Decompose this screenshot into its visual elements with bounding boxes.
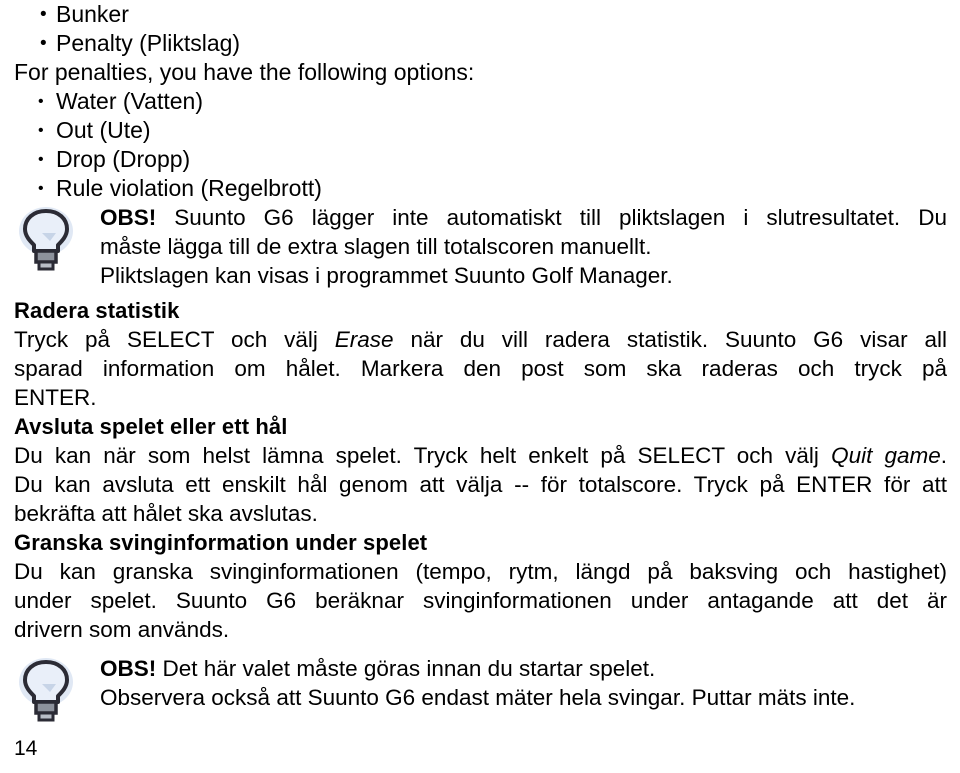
list-item: Rule violation (Regelbrott) (0, 174, 960, 203)
body-line: ENTER. (14, 385, 97, 410)
lightbulb-icon (12, 654, 80, 728)
section-heading-avsluta-spelet: Avsluta spelet eller ett hål (14, 414, 288, 439)
list-item-label: Drop (Dropp) (56, 146, 191, 172)
section-heading-granska-svinginformation: Granska svinginformation under spelet (14, 530, 428, 555)
list-item-label: Out (Ute) (56, 117, 151, 143)
note-bottom-line-1: OBS! Det här valet måste göras innan du … (100, 654, 947, 683)
body-text: när du vill radera statistik. Suunto G6 … (393, 327, 947, 352)
body-line: Du kan när som helst lämna spelet. Tryck… (14, 441, 947, 470)
note-top-text: OBS! Suunto G6 lägger inte automatiskt t… (100, 203, 947, 290)
note-top-line-1-rest: Suunto G6 lägger inte automatiskt till p… (156, 205, 947, 230)
emphasis-quit-game: Quit game (831, 443, 941, 468)
list-item: Bunker (0, 0, 960, 29)
list-item: Out (Ute) (0, 116, 960, 145)
body-line: drivern som används. (14, 617, 230, 642)
body-line: Du kan avsluta ett enskilt hål genom att… (14, 472, 947, 497)
list-item: Drop (Dropp) (0, 145, 960, 174)
list-item-label: Water (Vatten) (56, 88, 203, 114)
body-line: sparad information om hålet. Markera den… (14, 356, 947, 381)
section-body-avsluta-spelet: Du kan när som helst lämna spelet. Tryck… (0, 441, 960, 528)
section-body-radera-statistik: Tryck på SELECT och välj Erase när du vi… (0, 325, 960, 412)
list-item-label: Bunker (56, 1, 129, 27)
bullet-list-second: Water (Vatten) Out (Ute) Drop (Dropp) Ru… (0, 87, 960, 203)
bullet-list-first: Bunker Penalty (Pliktslag) (0, 0, 960, 58)
body-line: under spelet. Suunto G6 beräknar svingin… (14, 588, 947, 613)
note-bottom-text: OBS! Det här valet måste göras innan du … (100, 654, 947, 712)
list-item: Penalty (Pliktslag) (0, 29, 960, 58)
manual-page: Bunker Penalty (Pliktslag) For penalties… (0, 0, 960, 773)
note-bottom-bold-lead: OBS! (100, 656, 157, 681)
note-top-line-2: måste lägga till de extra slagen till to… (100, 234, 652, 259)
body-line: Du kan granska svinginformationen (tempo… (14, 559, 947, 584)
note-top-line-1: OBS! Suunto G6 lägger inte automatiskt t… (100, 203, 947, 232)
body-line: Tryck på SELECT och välj Erase när du vi… (14, 325, 947, 354)
body-line: bekräfta att hålet ska avslutas. (14, 501, 318, 526)
list-item: Water (Vatten) (0, 87, 960, 116)
section-heading-radera-statistik: Radera statistik (14, 298, 180, 323)
emphasis-erase: Erase (334, 327, 394, 352)
body-text: Du kan när som helst lämna spelet. Tryck… (14, 443, 832, 468)
note-top-bold-lead: OBS! (100, 205, 157, 230)
list-item-label: Rule violation (Regelbrott) (56, 175, 322, 201)
lightbulb-icon (12, 203, 80, 277)
note-bottom-line-1-rest: Det här valet måste göras innan du start… (156, 656, 656, 681)
body-text: . (940, 443, 947, 468)
body-text: Tryck på SELECT och välj (14, 327, 335, 352)
note-bottom-line-2: Observera också att Suunto G6 endast mät… (100, 685, 856, 710)
section-body-granska-svinginformation: Du kan granska svinginformationen (tempo… (0, 557, 960, 644)
penalties-intro-line: For penalties, you have the following op… (14, 59, 475, 85)
page-number: 14 (14, 737, 38, 760)
note-top-line-3: Pliktslagen kan visas i programmet Suunt… (100, 263, 673, 288)
note-block-top: OBS! Suunto G6 lägger inte automatiskt t… (0, 203, 960, 290)
note-block-bottom: OBS! Det här valet måste göras innan du … (0, 654, 960, 728)
list-item-label: Penalty (Pliktslag) (56, 30, 241, 56)
